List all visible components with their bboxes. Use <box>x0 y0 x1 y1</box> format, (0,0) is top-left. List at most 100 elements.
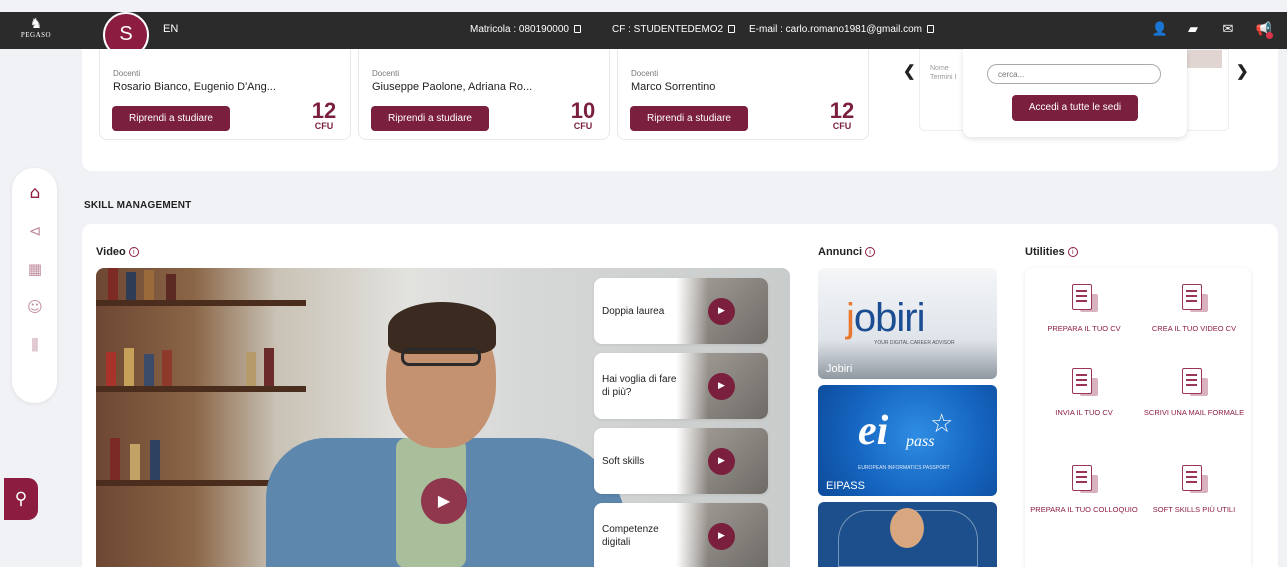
home-icon[interactable]: ⌂ <box>24 182 46 204</box>
book <box>126 272 136 300</box>
user-icon[interactable]: 👤 <box>1150 20 1170 40</box>
utility-item[interactable]: INVIA IL TUO CV <box>1029 368 1139 418</box>
megaphone-icon[interactable]: ⊲ <box>24 220 46 242</box>
video-cv-icon <box>1180 284 1208 314</box>
docenti-label: Docenti <box>631 69 659 78</box>
play-icon[interactable]: ▶ <box>708 298 735 325</box>
docenti-names: Marco Sorrentino <box>631 81 716 93</box>
person-photo <box>890 508 924 548</box>
cfu-unit: CFU <box>314 121 334 131</box>
video-card-label: Competenze digitali <box>602 524 659 548</box>
matricola-text: Matricola : 080190000 <box>470 24 569 35</box>
video-card[interactable]: Doppia laurea ▶ <box>594 278 768 344</box>
book <box>110 438 120 480</box>
play-icon[interactable]: ▶ <box>421 478 467 524</box>
cfu-unit: CFU <box>573 121 593 131</box>
carousel-next-arrow[interactable]: ❯ <box>1236 62 1249 80</box>
info-icon[interactable]: i <box>1067 247 1078 257</box>
book <box>144 354 154 386</box>
soft-skills-icon <box>1180 465 1208 495</box>
course-card: Docenti Giuseppe Paolone, Adriana Ro... … <box>358 49 610 140</box>
glasses <box>401 348 481 366</box>
all-sedi-button[interactable]: Accedi a tutte le sedi <box>1012 95 1138 121</box>
star-icon: ☆ <box>930 409 954 439</box>
copy-icon[interactable] <box>927 25 934 33</box>
cfu-unit: CFU <box>832 121 852 131</box>
video-card-label: Hai voglia di fare di più? <box>602 374 677 398</box>
book <box>106 352 116 386</box>
resume-study-button[interactable]: Riprendi a studiare <box>630 106 748 131</box>
utility-item[interactable]: SOFT SKILLS PIÙ UTILI <box>1139 465 1249 515</box>
cfu-badge: 12 CFU <box>309 100 339 131</box>
write-mail-icon <box>1180 368 1208 398</box>
matricola-info: Matricola : 080190000 <box>470 24 581 35</box>
cfu-value: 12 <box>311 98 337 123</box>
jobiri-caption: Jobiri <box>826 363 853 375</box>
docenti-label: Docenti <box>372 69 400 78</box>
utility-item[interactable]: SCRIVI UNA MAIL FORMALE <box>1139 368 1249 418</box>
calculator-icon[interactable]: ▦ <box>24 258 46 280</box>
head-icon[interactable]: ☺ <box>24 296 46 318</box>
book <box>162 350 172 386</box>
resume-study-button[interactable]: Riprendi a studiare <box>371 106 489 131</box>
docenti-names: Giuseppe Paolone, Adriana Ro... <box>372 81 533 93</box>
docenti-label: Docenti <box>113 69 141 78</box>
course-card: Docenti Rosario Bianco, Eugenio D'Ang...… <box>99 49 351 140</box>
play-icon[interactable]: ▶ <box>708 373 735 400</box>
book <box>108 268 118 300</box>
chart-icon[interactable]: ⫼ <box>24 334 46 356</box>
eipass-tagline: EUROPEAN INFORMATICS PASSPORT <box>858 465 950 471</box>
play-icon[interactable]: ▶ <box>708 448 735 475</box>
email-info: E-mail : carlo.romano1981@gmail.com <box>749 24 934 35</box>
info-icon[interactable]: i <box>865 247 875 257</box>
side-nav: ⌂ ⊲ ▦ ☺ ⫼ <box>12 168 57 403</box>
chat-icon[interactable]: ▰ <box>1183 20 1203 40</box>
eipass-banner[interactable]: ei pass ☆ EUROPEAN INFORMATICS PASSPORT … <box>818 385 997 496</box>
utility-label: SOFT SKILLS PIÙ UTILI <box>1152 505 1236 514</box>
cfu-badge: 12 CFU <box>827 100 857 131</box>
utility-item[interactable]: CREA IL TUO VIDEO CV <box>1139 284 1249 334</box>
interview-icon <box>1070 465 1098 495</box>
docenti-names: Rosario Bianco, Eugenio D'Ang... <box>113 81 276 93</box>
utility-item[interactable]: PREPARA IL TUO CV <box>1029 284 1139 334</box>
copy-icon[interactable] <box>573 25 581 33</box>
utility-label: CREA IL TUO VIDEO CV <box>1151 324 1237 333</box>
video-card[interactable]: Competenze digitali ▶ <box>594 503 768 567</box>
annuncio-banner[interactable] <box>818 502 997 567</box>
bookshelf <box>96 386 306 392</box>
video-card[interactable]: Hai voglia di fare di più? ▶ <box>594 353 768 419</box>
pegaso-logo[interactable]: ♞ PEGASO <box>14 17 58 45</box>
utility-label: SCRIVI UNA MAIL FORMALE <box>1143 408 1245 417</box>
jobiri-banner[interactable]: jobiri YOUR DIGITAL CAREER ADVISOR Jobir… <box>818 268 997 379</box>
play-icon[interactable]: ▶ <box>708 523 735 550</box>
book <box>166 274 176 300</box>
resume-study-button[interactable]: Riprendi a studiare <box>112 106 230 131</box>
video-card[interactable]: Soft skills ▶ <box>594 428 768 494</box>
sedi-search-input[interactable] <box>987 64 1161 84</box>
mail-icon[interactable]: ✉ <box>1218 20 1238 40</box>
book <box>264 348 274 386</box>
cf-text: CF : STUDENTEDEMO2 <box>612 24 724 35</box>
book <box>144 270 154 300</box>
carousel-prev-arrow[interactable]: ❮ <box>903 62 916 80</box>
utility-label: PREPARA IL TUO COLLOQUIO <box>1030 505 1138 514</box>
announce-icon[interactable]: 📢 <box>1254 20 1274 40</box>
info-icon[interactable]: i <box>128 247 139 257</box>
eipass-caption: EIPASS <box>826 480 865 492</box>
annunci-section-title: Annunci i <box>818 246 875 258</box>
cv-document-icon <box>1070 284 1098 314</box>
send-cv-icon <box>1070 368 1098 398</box>
copy-icon[interactable] <box>728 25 736 33</box>
utility-item[interactable]: PREPARA IL TUO COLLOQUIO <box>1029 465 1139 515</box>
top-bar: ♞ PEGASO S EN Matricola : 080190000 CF :… <box>0 12 1287 58</box>
language-switch[interactable]: EN <box>163 23 178 35</box>
jobiri-tagline: YOUR DIGITAL CAREER ADVISOR <box>874 340 955 346</box>
sedi-ghost-label: Nome Termini I <box>930 65 957 81</box>
video-section-title: Video i <box>96 246 139 258</box>
assistant-button[interactable]: ⚲ <box>4 478 38 520</box>
utility-label: PREPARA IL TUO CV <box>1047 324 1121 333</box>
book <box>124 348 134 386</box>
jobiri-logo: jobiri <box>846 296 925 340</box>
email-text: E-mail : carlo.romano1981@gmail.com <box>749 24 922 35</box>
utility-label: INVIA IL TUO CV <box>1055 408 1113 417</box>
